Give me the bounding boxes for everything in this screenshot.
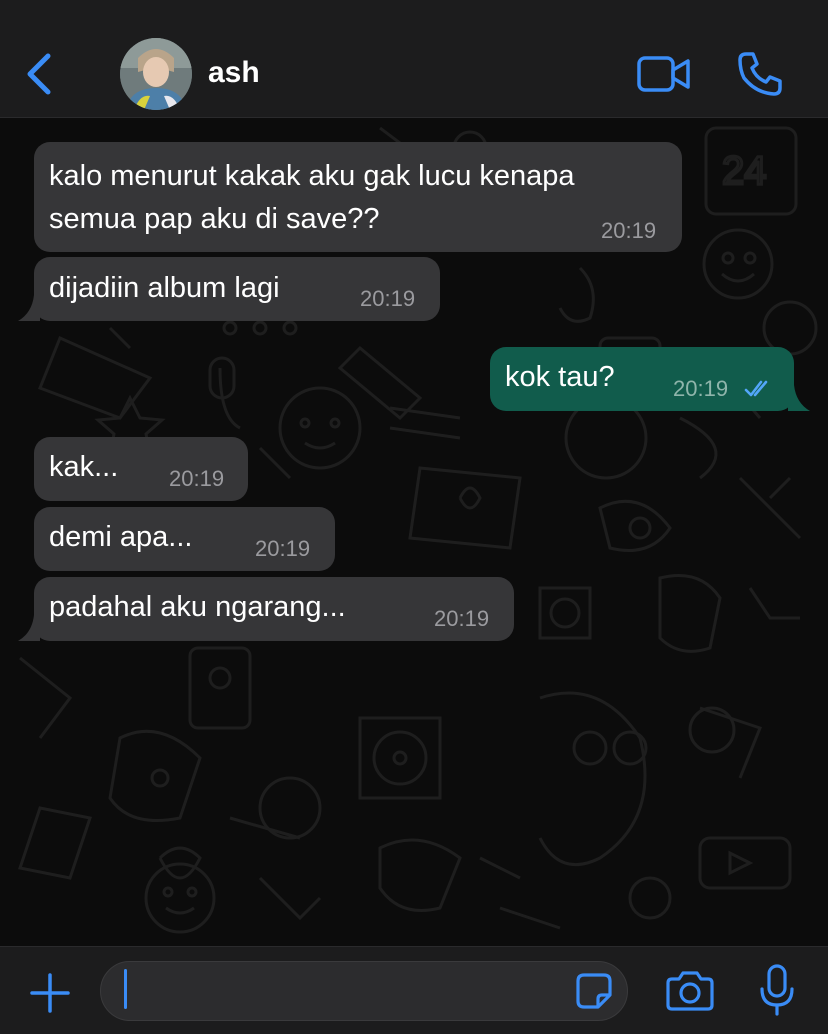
message-bubble-incoming[interactable]: demi apa... 20:19 (34, 507, 335, 571)
read-receipt-icon (744, 380, 768, 397)
back-button[interactable] (20, 50, 60, 98)
composer-bar (0, 946, 828, 1034)
message-time: 20:19 (360, 286, 416, 311)
message-time: 20:19 (434, 606, 490, 631)
svg-text:24: 24 (722, 149, 767, 193)
message-input[interactable] (100, 961, 628, 1021)
plus-icon (30, 973, 70, 1013)
message-time: 20:19 (255, 536, 311, 561)
chevron-left-icon (27, 53, 51, 95)
avatar-photo (120, 38, 192, 110)
sticker-icon (576, 973, 612, 1009)
bubble-tail (18, 295, 40, 321)
bubble-tail (788, 385, 810, 411)
bubble-tail (18, 615, 40, 641)
camera-button[interactable] (664, 969, 716, 1013)
message-text: kalo menurut kakak aku gak lucu kenapa s… (49, 160, 575, 235)
message-time: 20:19 (601, 218, 657, 243)
attach-button[interactable] (28, 971, 72, 1015)
message-bubble-incoming[interactable]: dijadiin album lagi 20:19 (34, 257, 440, 321)
avatar[interactable] (120, 38, 192, 110)
voice-call-button[interactable] (736, 50, 784, 98)
message-text: dijadiin album lagi (49, 272, 280, 304)
message-time: 20:19 (673, 376, 729, 401)
message-text: kok tau? (505, 361, 615, 393)
message-bubble-incoming[interactable]: kalo menurut kakak aku gak lucu kenapa s… (34, 142, 682, 252)
message-bubble-incoming[interactable]: kak... 20:19 (34, 437, 248, 501)
message-text: padahal aku ngarang... (49, 591, 346, 623)
contact-name[interactable]: ash (208, 56, 260, 90)
text-caret (124, 969, 127, 1009)
sticker-button[interactable] (574, 971, 614, 1011)
message-bubble-outgoing[interactable]: kok tau? 20:19 (490, 347, 794, 411)
chat-header: ash (0, 0, 828, 118)
camera-icon (666, 971, 714, 1011)
chat-area[interactable]: 24 kalo menurut kakak aku gak lucu kenap… (0, 118, 828, 946)
video-camera-icon (637, 56, 690, 92)
message-bubble-incoming[interactable]: padahal aku ngarang... 20:19 (34, 577, 514, 641)
message-time: 20:19 (169, 466, 225, 491)
message-text: kak... (49, 451, 119, 483)
voice-message-button[interactable] (758, 963, 796, 1017)
message-text: demi apa... (49, 521, 193, 553)
phone-icon (738, 52, 782, 96)
video-call-button[interactable] (636, 54, 692, 94)
microphone-icon (760, 964, 794, 1016)
